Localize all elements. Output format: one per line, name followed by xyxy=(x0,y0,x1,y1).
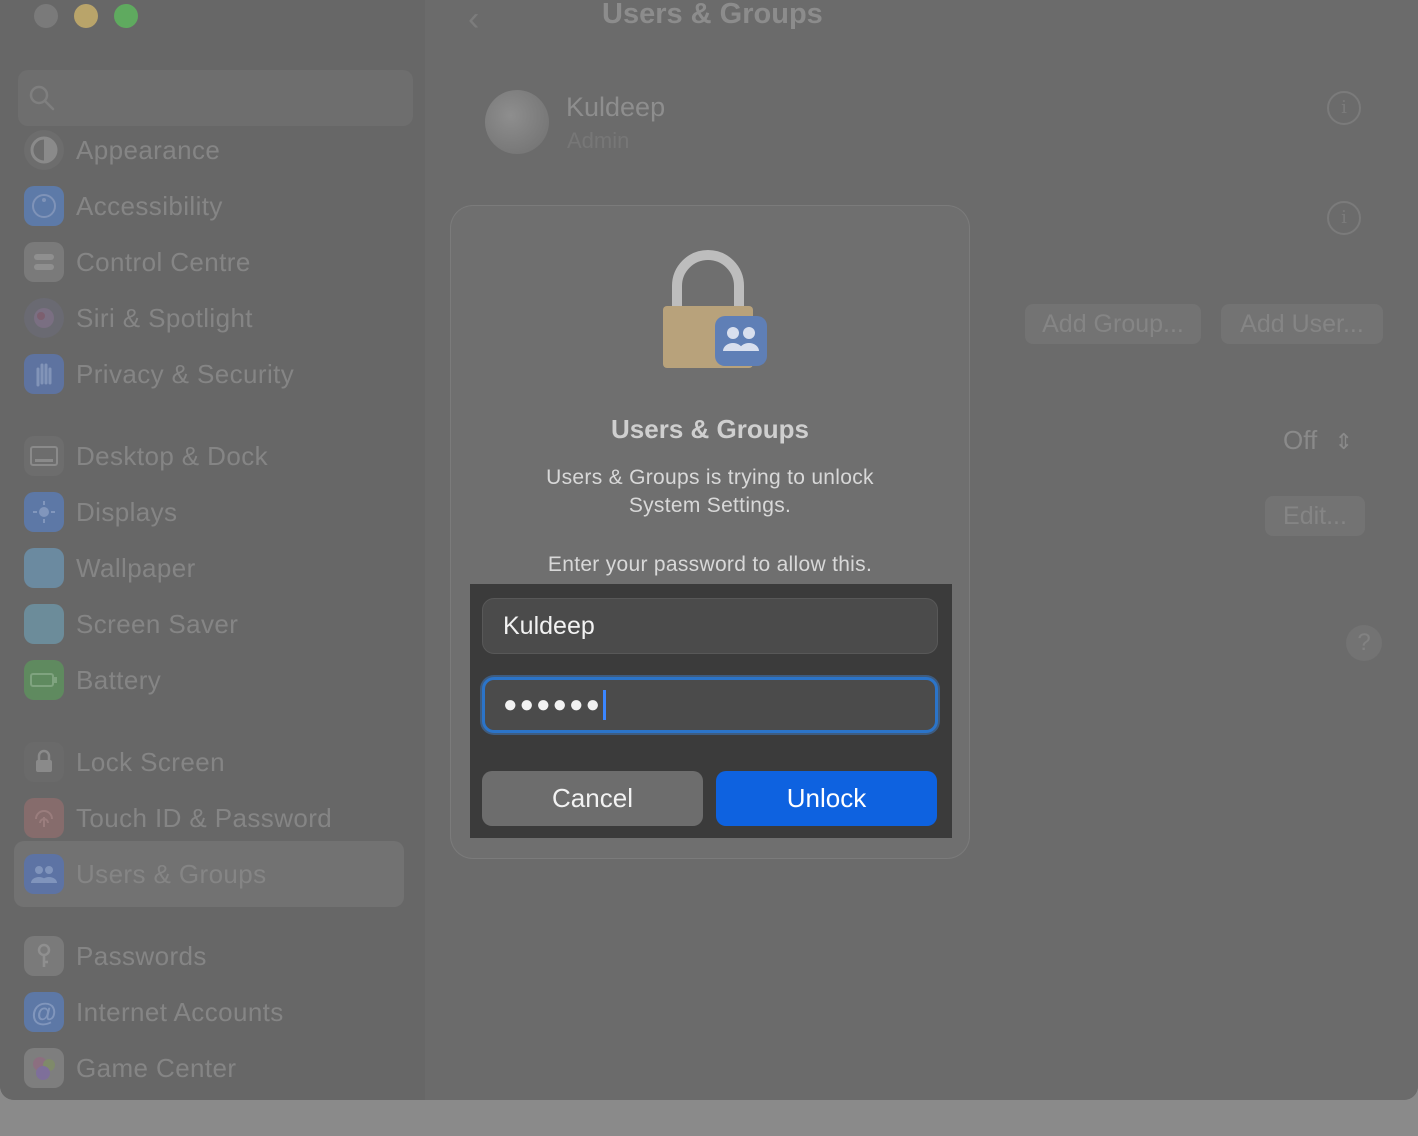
users-icon xyxy=(24,854,64,894)
displays-icon xyxy=(24,492,64,532)
sidebar-item-label: Control Centre xyxy=(76,246,251,277)
user-name: Kuldeep xyxy=(566,92,666,122)
sidebar: Appearance Accessibility Control Centre … xyxy=(0,0,425,1100)
add-group-button[interactable]: Add Group... xyxy=(1025,304,1201,344)
sidebar-item-battery[interactable]: Battery xyxy=(24,658,404,702)
search-input[interactable] xyxy=(18,70,413,126)
user-role: Admin xyxy=(567,128,630,153)
hand-icon xyxy=(24,354,64,394)
at-icon: @ xyxy=(24,992,64,1032)
dock-icon xyxy=(24,436,64,476)
lock-users-icon xyxy=(663,250,767,368)
battery-icon xyxy=(24,660,64,700)
sidebar-item-label: Accessibility xyxy=(76,190,223,221)
sidebar-item-label: Siri & Spotlight xyxy=(76,302,253,333)
sidebar-item-displays[interactable]: Displays xyxy=(24,490,404,534)
sidebar-item-internet-accounts[interactable]: @ Internet Accounts xyxy=(24,990,404,1034)
off-select[interactable]: Off ⇕ xyxy=(1283,425,1353,456)
edit-button[interactable]: Edit... xyxy=(1265,496,1365,536)
sidebar-item-label: Passwords xyxy=(76,940,207,971)
accessibility-icon xyxy=(24,186,64,226)
sidebar-item-label: Appearance xyxy=(76,134,221,165)
sidebar-item-privacy-security[interactable]: Privacy & Security xyxy=(24,352,404,396)
sidebar-item-label: Privacy & Security xyxy=(76,358,295,389)
sidebar-item-accessibility[interactable]: Accessibility xyxy=(24,184,404,228)
sidebar-item-appearance[interactable]: Appearance xyxy=(24,128,404,172)
username-field[interactable]: Kuldeep xyxy=(482,598,938,654)
screen-saver-icon xyxy=(24,604,64,644)
sidebar-item-label: Battery xyxy=(76,664,162,695)
sidebar-item-label: Displays xyxy=(76,496,178,527)
sidebar-item-touch-id-password[interactable]: Touch ID & Password xyxy=(24,796,404,840)
dialog-message-line: Users & Groups is trying to unlock xyxy=(546,466,874,489)
help-button[interactable]: ? xyxy=(1346,625,1382,661)
sidebar-item-desktop-dock[interactable]: Desktop & Dock xyxy=(24,434,404,478)
fingerprint-icon xyxy=(24,798,64,838)
avatar xyxy=(485,90,549,154)
auth-dialog: Users & Groups Users & Groups is trying … xyxy=(451,206,969,858)
dialog-message: Users & Groups is trying to unlock Syste… xyxy=(451,464,969,520)
sidebar-item-screen-saver[interactable]: Screen Saver xyxy=(24,602,404,646)
username-value: Kuldeep xyxy=(503,611,595,640)
sidebar-item-label: Screen Saver xyxy=(76,608,239,639)
sidebar-item-passwords[interactable]: Passwords xyxy=(24,934,404,978)
info-icon[interactable]: i xyxy=(1327,201,1361,235)
sidebar-item-label: Game Center xyxy=(76,1052,237,1083)
sidebar-item-users-groups[interactable]: Users & Groups xyxy=(14,841,404,907)
system-settings-window: Appearance Accessibility Control Centre … xyxy=(0,0,1418,1100)
sidebar-item-label: Touch ID & Password xyxy=(76,802,333,833)
search-icon xyxy=(29,85,55,111)
credentials-panel: Kuldeep ●●●●●● Cancel Unlock xyxy=(470,584,952,838)
sidebar-item-label: Lock Screen xyxy=(76,746,225,777)
dialog-message-line: System Settings. xyxy=(628,494,792,517)
sidebar-item-lock-screen[interactable]: Lock Screen xyxy=(24,740,404,784)
off-select-value: Off xyxy=(1283,425,1318,455)
sidebar-item-label: Desktop & Dock xyxy=(76,440,269,471)
password-field[interactable]: ●●●●●● xyxy=(482,677,938,733)
unlock-button[interactable]: Unlock xyxy=(716,771,937,826)
wallpaper-icon xyxy=(24,548,64,588)
sidebar-item-control-centre[interactable]: Control Centre xyxy=(24,240,404,284)
lock-screen-icon xyxy=(24,742,64,782)
sidebar-item-game-center[interactable]: Game Center xyxy=(24,1046,404,1090)
back-chevron-icon[interactable]: ‹ xyxy=(468,0,479,39)
sidebar-item-label: Internet Accounts xyxy=(76,996,284,1027)
page-title: Users & Groups xyxy=(602,0,823,30)
key-icon xyxy=(24,936,64,976)
sidebar-item-wallpaper[interactable]: Wallpaper xyxy=(24,546,404,590)
maximize-button[interactable] xyxy=(114,4,138,28)
info-icon[interactable]: i xyxy=(1327,91,1361,125)
close-button[interactable] xyxy=(34,4,58,28)
text-caret xyxy=(602,690,606,720)
control-centre-icon xyxy=(24,242,64,282)
dialog-title: Users & Groups xyxy=(611,414,809,444)
password-mask: ●●●●●● xyxy=(503,691,602,718)
sidebar-item-siri-spotlight[interactable]: Siri & Spotlight xyxy=(24,296,404,340)
sidebar-item-label: Wallpaper xyxy=(76,552,196,583)
chevron-updown-icon: ⇕ xyxy=(1334,429,1353,454)
sidebar-item-label: Users & Groups xyxy=(76,858,267,889)
cancel-button[interactable]: Cancel xyxy=(482,771,703,826)
dialog-prompt: Enter your password to allow this. xyxy=(547,553,873,576)
siri-icon xyxy=(24,298,64,338)
minimize-button[interactable] xyxy=(74,4,98,28)
appearance-icon xyxy=(24,130,64,170)
game-center-icon xyxy=(24,1048,64,1088)
add-user-button[interactable]: Add User... xyxy=(1221,304,1383,344)
